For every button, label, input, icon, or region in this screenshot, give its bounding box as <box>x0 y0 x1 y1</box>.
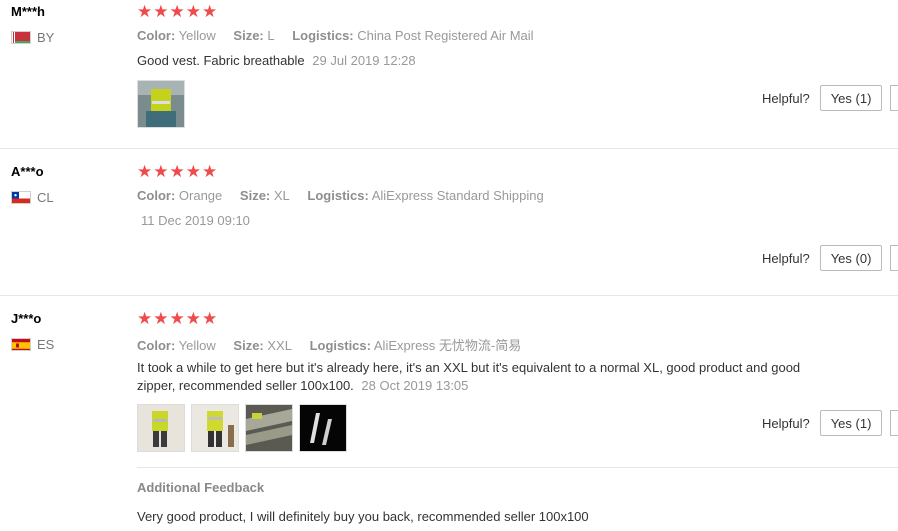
reviewer-name: A***o <box>11 164 44 179</box>
reviewer-name: M***h <box>11 4 45 19</box>
no-button[interactable] <box>890 245 898 271</box>
color-value: Yellow <box>178 28 216 43</box>
logistics-value: AliExpress 无忧物流-简易 <box>373 338 522 353</box>
review-photo[interactable] <box>137 80 185 128</box>
reviewer-country: BY <box>11 30 54 45</box>
rating-stars: ★★★★★ <box>137 162 219 181</box>
color-label: Color: <box>137 28 176 43</box>
country-code: CL <box>37 190 54 205</box>
review-text: It took a while to get here but it's alr… <box>137 360 801 393</box>
additional-feedback-text: Very good product, I will definitely buy… <box>137 509 589 524</box>
no-button[interactable] <box>890 85 898 111</box>
review-photos <box>137 80 185 128</box>
yes-button[interactable]: Yes (1) <box>819 85 883 111</box>
country-code: ES <box>37 337 55 352</box>
review-photo[interactable] <box>245 404 293 452</box>
review-text-row: It took a while to get here but it's alr… <box>137 359 837 395</box>
helpful-section: Helpful? Yes (1) <box>762 410 883 436</box>
no-button[interactable] <box>890 410 898 436</box>
flag-es-icon <box>11 338 31 351</box>
helpful-section: Helpful? Yes (0) <box>762 245 883 271</box>
additional-feedback-separator <box>137 467 898 468</box>
color-label: Color: <box>137 188 176 203</box>
yes-button[interactable]: Yes (0) <box>819 245 883 271</box>
helpful-section: Helpful? Yes (1) <box>762 85 883 111</box>
color-value: Orange <box>178 188 223 203</box>
review-date: 29 Jul 2019 12:28 <box>312 53 416 68</box>
size-value: XL <box>273 188 290 203</box>
review-text: Good vest. Fabric breathable <box>137 53 305 68</box>
reviewer-country: ES <box>11 337 54 352</box>
review-text-row: 11 Dec 2019 09:10 <box>137 212 857 230</box>
review-date: 28 Oct 2019 13:05 <box>361 378 469 393</box>
size-label: Size: <box>233 338 264 353</box>
flag-by-icon <box>11 31 31 44</box>
review-separator <box>0 148 898 149</box>
review-text-row: Good vest. Fabric breathable 29 Jul 2019… <box>137 52 857 70</box>
additional-feedback-title: Additional Feedback <box>137 480 265 495</box>
helpful-label: Helpful? <box>762 415 810 431</box>
review-photo[interactable] <box>191 404 239 452</box>
logistics-value: AliExpress Standard Shipping <box>371 188 544 203</box>
review-photos <box>137 404 347 452</box>
yes-button[interactable]: Yes (1) <box>819 410 883 436</box>
country-code: BY <box>37 30 55 45</box>
color-value: Yellow <box>178 338 216 353</box>
flag-cl-icon <box>11 191 31 204</box>
helpful-label: Helpful? <box>762 250 810 266</box>
size-value: L <box>267 28 275 43</box>
reviewer-country: CL <box>11 190 54 205</box>
review-attributes: Color: Yellow Size: XXL Logistics: AliEx… <box>137 335 535 354</box>
review-separator <box>0 295 898 296</box>
review-attributes: Color: Orange Size: XL Logistics: AliExp… <box>137 188 558 203</box>
logistics-label: Logistics: <box>309 338 371 353</box>
logistics-label: Logistics: <box>307 188 369 203</box>
review-attributes: Color: Yellow Size: L Logistics: China P… <box>137 28 548 43</box>
rating-stars: ★★★★★ <box>137 2 219 21</box>
color-label: Color: <box>137 338 176 353</box>
size-label: Size: <box>233 28 264 43</box>
rating-stars: ★★★★★ <box>137 309 219 328</box>
helpful-label: Helpful? <box>762 90 810 106</box>
reviewer-name: J***o <box>11 311 42 326</box>
review-date: 11 Dec 2019 09:10 <box>141 213 250 228</box>
size-value: XXL <box>267 338 292 353</box>
review-photo[interactable] <box>137 404 185 452</box>
logistics-label: Logistics: <box>292 28 354 43</box>
logistics-value: China Post Registered Air Mail <box>357 28 534 43</box>
size-label: Size: <box>239 188 271 203</box>
review-photo[interactable] <box>299 404 347 452</box>
